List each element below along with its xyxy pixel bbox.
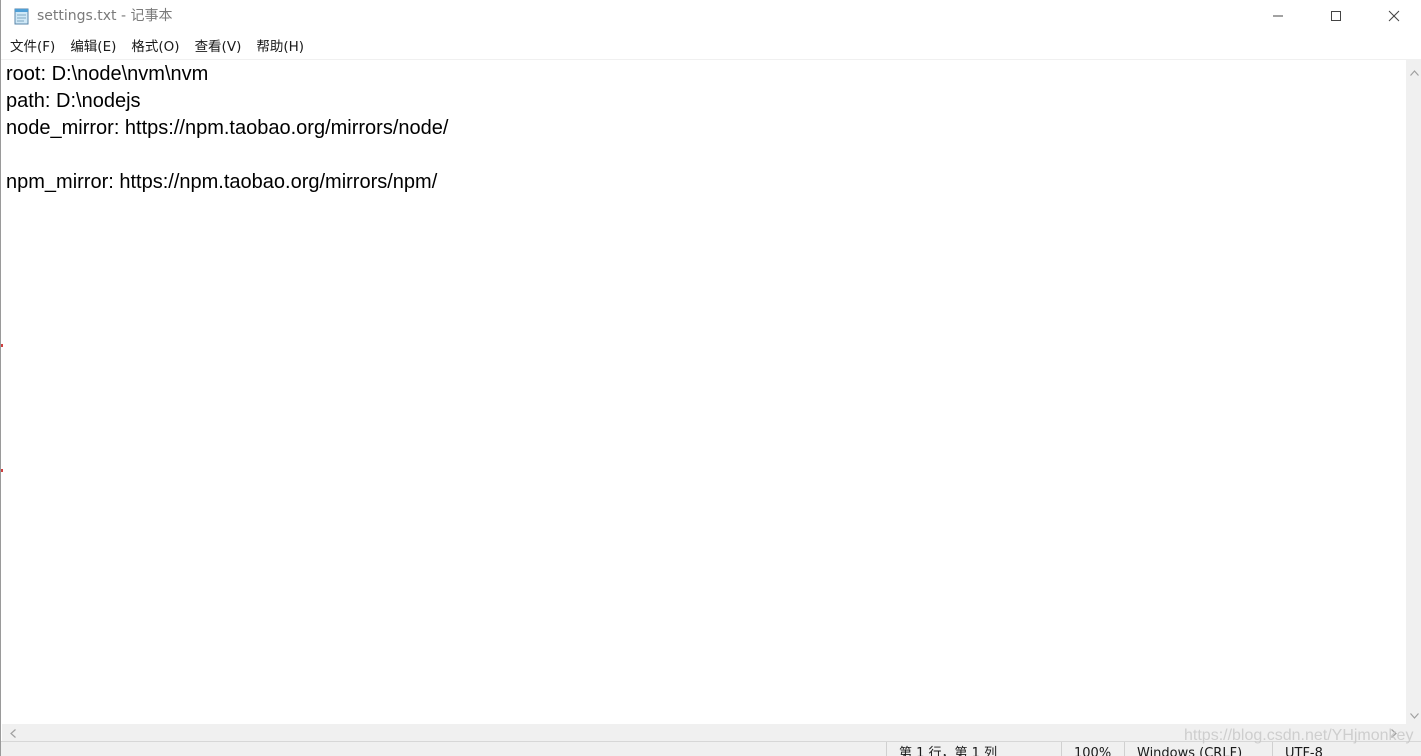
border-mark <box>1 469 3 472</box>
menu-file[interactable]: 文件(F) <box>1 36 62 58</box>
maximize-icon <box>1330 7 1342 26</box>
text-line: npm_mirror: https://npm.taobao.org/mirro… <box>6 171 438 193</box>
minimize-button[interactable] <box>1249 0 1307 33</box>
scroll-up-button[interactable] <box>1406 62 1421 79</box>
close-button[interactable] <box>1365 0 1421 33</box>
minimize-icon <box>1272 7 1284 26</box>
notepad-icon <box>13 7 30 25</box>
scroll-left-button[interactable] <box>4 724 21 741</box>
chevron-up-icon <box>1409 61 1419 80</box>
border-mark <box>1 344 3 347</box>
close-icon <box>1388 7 1400 26</box>
scroll-down-button[interactable] <box>1406 705 1421 722</box>
text-line: path: D:\nodejs <box>6 90 141 112</box>
notepad-window: settings.txt - 记事本 文件(F) 编辑(E) 格式(O) 查看(… <box>0 0 1421 756</box>
chevron-down-icon <box>1409 704 1419 723</box>
watermark: https://blog.csdn.net/YHjmonkey <box>1184 727 1414 744</box>
text-line: root: D:\node\nvm\nvm <box>6 63 209 85</box>
text-line: node_mirror: https://npm.taobao.org/mirr… <box>6 117 449 139</box>
menu-view[interactable]: 查看(V) <box>187 36 249 58</box>
window-title: settings.txt - 记事本 <box>37 8 173 24</box>
vertical-scrollbar[interactable] <box>1406 60 1421 724</box>
title-bar[interactable]: settings.txt - 记事本 <box>1 0 1421 33</box>
menu-edit[interactable]: 编辑(E) <box>62 36 123 58</box>
menu-bar: 文件(F) 编辑(E) 格式(O) 查看(V) 帮助(H) <box>1 36 1421 58</box>
menu-format[interactable]: 格式(O) <box>123 36 186 58</box>
status-position: 第 1 行，第 1 列 <box>886 742 1061 756</box>
text-editor[interactable]: root: D:\node\nvm\nvm path: D:\nodejs no… <box>2 60 1406 724</box>
chevron-left-icon <box>9 723 16 742</box>
status-zoom: 100% <box>1061 742 1124 756</box>
maximize-button[interactable] <box>1307 0 1365 33</box>
menu-help[interactable]: 帮助(H) <box>248 36 311 58</box>
